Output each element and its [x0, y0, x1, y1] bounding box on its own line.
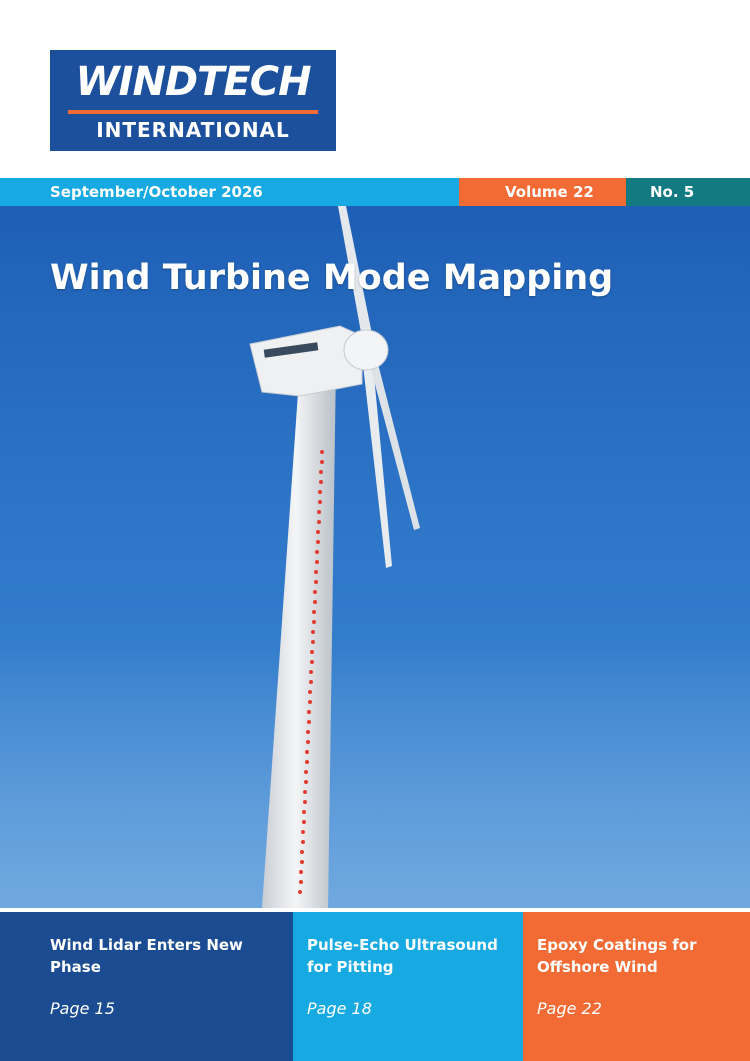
teaser-page: Page 15	[50, 999, 115, 1018]
turbine-nacelle	[249, 325, 363, 397]
teaser-page: Page 18	[307, 999, 372, 1018]
turbine-hub	[343, 329, 389, 371]
cover-headline: Wind Turbine Mode Mapping	[50, 258, 614, 298]
issue-volume: Volume 22	[459, 178, 626, 206]
teaser-wind-lidar[interactable]: Wind Lidar Enters New Phase Page 15	[0, 912, 293, 1061]
teaser-pulse-echo[interactable]: Pulse-Echo Ultrasound for Pitting Page 1…	[293, 912, 523, 1061]
teaser-title: Epoxy Coatings for Offshore Wind	[537, 936, 697, 976]
issue-date: September/October 2026	[0, 178, 459, 206]
issue-info-bar: September/October 2026 Volume 22 No. 5	[0, 178, 750, 206]
teaser-page: Page 22	[537, 999, 602, 1018]
teaser-epoxy-coatings[interactable]: Epoxy Coatings for Offshore Wind Page 22	[523, 912, 750, 1061]
teaser-title: Pulse-Echo Ultrasound for Pitting	[307, 936, 498, 976]
masthead: WINDTECH INTERNATIONAL	[0, 0, 750, 178]
sky-haze	[0, 636, 750, 908]
teaser-title: Wind Lidar Enters New Phase	[50, 936, 243, 976]
cover-photo: Wind Turbine Mode Mapping	[0, 206, 750, 908]
issue-number: No. 5	[626, 178, 750, 206]
wind-turbine-illustration	[0, 206, 750, 908]
logo-wordmark: WINDTECH	[75, 59, 311, 105]
logo-underline	[68, 110, 318, 114]
logo-subtitle: INTERNATIONAL	[96, 118, 290, 142]
windtech-logo[interactable]: WINDTECH INTERNATIONAL	[50, 50, 336, 151]
